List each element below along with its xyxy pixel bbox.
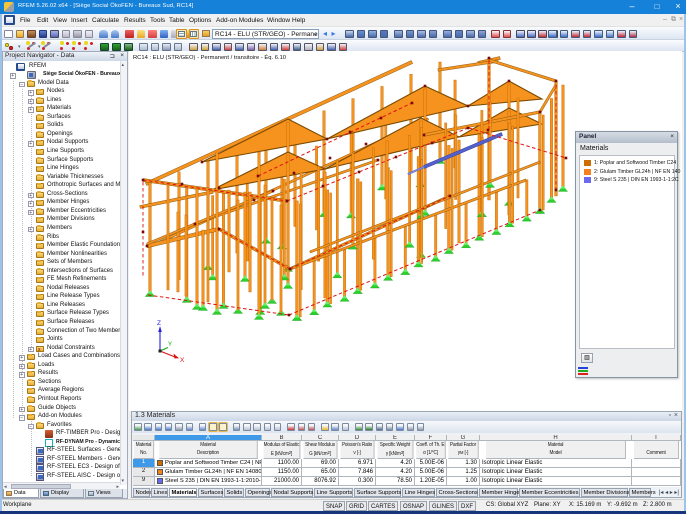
svg-text:Z: Z bbox=[157, 320, 161, 327]
svg-text:X: X bbox=[180, 357, 185, 364]
svg-text:Y: Y bbox=[168, 342, 172, 348]
